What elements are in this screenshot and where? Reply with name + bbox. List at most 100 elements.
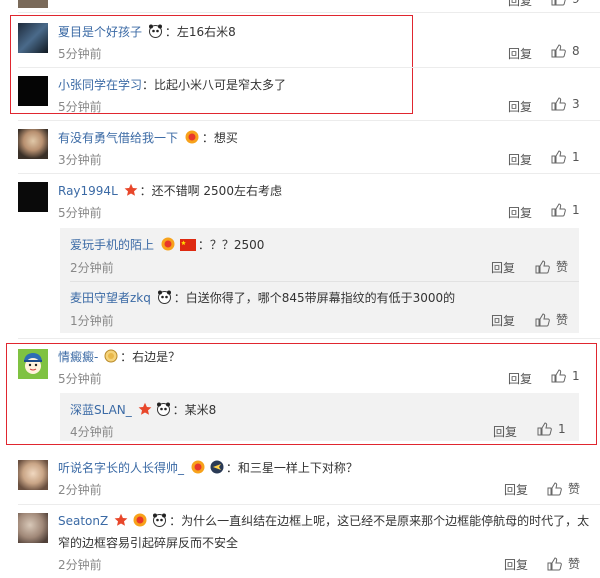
- like-count: 3: [572, 97, 580, 111]
- reply-button[interactable]: 回复: [491, 312, 515, 329]
- comment-row: 情癜癜- ：右边是？ 5分钟前 回复 1: [0, 346, 600, 391]
- like-label: 赞: [556, 260, 569, 274]
- timestamp: 2分钟前: [70, 261, 114, 275]
- avatar[interactable]: [18, 23, 48, 53]
- comment-line: 情癜癜- ：右边是？: [58, 348, 180, 365]
- vip-badge-icon: [185, 130, 199, 144]
- like-button[interactable]: 赞: [547, 555, 580, 572]
- vip-badge-icon: [161, 237, 175, 251]
- like-button[interactable]: 1: [537, 422, 566, 436]
- like-button[interactable]: 赞: [535, 311, 568, 328]
- airplane-icon: [210, 460, 224, 474]
- avatar[interactable]: [18, 513, 48, 543]
- reply-button[interactable]: 回复: [491, 259, 515, 276]
- comment-line: Ray1994L ：还不错啊 2500左右考虑: [58, 182, 282, 199]
- like-button[interactable]: 1: [551, 369, 580, 383]
- comment-line: SeatonZ ：为什么一直纠结在边框上呢，这已经不是原来那个边框能停航母的时代…: [58, 512, 589, 529]
- avatar[interactable]: [18, 76, 48, 106]
- thumbs-up-icon: [535, 259, 550, 273]
- avatar[interactable]: [18, 460, 48, 490]
- comment-row: Ray1994L ：还不错啊 2500左右考虑 5分钟前 回复 1: [0, 179, 600, 224]
- vip-badge-icon: [191, 460, 205, 474]
- like-button[interactable]: 9: [551, 0, 580, 6]
- like-count: 8: [572, 44, 580, 58]
- reply-button[interactable]: 回复: [504, 481, 528, 498]
- comment-text: ：白送你得了，哪个845带屏幕指纹的有低于3000的: [173, 291, 456, 305]
- like-button[interactable]: 赞: [535, 258, 568, 275]
- like-button[interactable]: 3: [551, 97, 580, 111]
- comment-line: 有没有勇气借给我一下 ：想买: [58, 129, 238, 146]
- username-link[interactable]: 深蓝SLAN_: [70, 403, 132, 417]
- timestamp: 3分钟前: [58, 153, 102, 167]
- comment-text: ：还不错啊 2500左右考虑: [139, 184, 282, 198]
- username-link[interactable]: 麦田守望者zkq: [70, 291, 151, 305]
- timestamp: 1分钟前: [70, 314, 114, 328]
- reply-button[interactable]: 回复: [493, 423, 517, 440]
- reply-button[interactable]: 回复: [504, 556, 528, 573]
- username-link[interactable]: 小张同学在学习: [58, 78, 142, 92]
- panda-icon: [156, 402, 170, 416]
- reply-button[interactable]: 回复: [508, 98, 532, 115]
- reply-button[interactable]: 回复: [508, 151, 532, 168]
- timestamp: 4分钟前: [70, 425, 114, 439]
- username-link[interactable]: 夏目是个好孩子: [58, 25, 142, 39]
- comment-line: 听说名字长的人长得帅_ ：和三星一样上下对称？: [58, 459, 358, 476]
- like-button[interactable]: 1: [551, 203, 580, 217]
- thumbs-up-icon: [551, 369, 566, 383]
- divider: [18, 120, 600, 121]
- comment-text: ：想买: [201, 131, 238, 145]
- thumbs-up-icon: [551, 0, 566, 6]
- thumbs-up-icon: [547, 481, 562, 495]
- reply-button[interactable]: 回复: [508, 370, 532, 387]
- username-link[interactable]: Ray1994L: [58, 184, 118, 198]
- divider: [18, 338, 600, 339]
- username-link[interactable]: 听说名字长的人长得帅_: [58, 461, 184, 475]
- like-count: 1: [572, 369, 580, 383]
- divider: [18, 173, 600, 174]
- avatar[interactable]: [18, 182, 48, 212]
- like-count: 1: [572, 203, 580, 217]
- partial-comment-row: 回复 9: [0, 0, 600, 10]
- vip-badge-icon: [133, 513, 147, 527]
- comment-text: ：和三星一样上下对称？: [225, 461, 358, 475]
- thumbs-up-icon: [551, 150, 566, 164]
- avatar[interactable]: [18, 0, 48, 8]
- like-button[interactable]: 赞: [547, 480, 580, 497]
- comment-text: ：比起小米八可是窄太多了: [142, 78, 287, 92]
- medal-icon: [104, 349, 118, 363]
- username-link[interactable]: SeatonZ: [58, 514, 108, 528]
- like-button[interactable]: 1: [551, 150, 580, 164]
- comment-row: 有没有勇气借给我一下 ：想买 3分钟前 回复 1: [0, 126, 600, 171]
- thumbs-up-icon: [547, 556, 562, 570]
- timestamp: 2分钟前: [58, 558, 102, 572]
- divider: [18, 67, 600, 68]
- comment-row: 小张同学在学习：比起小米八可是窄太多了 5分钟前 回复 3: [0, 73, 600, 118]
- timestamp: 5分钟前: [58, 372, 102, 386]
- thumbs-up-icon: [551, 44, 566, 58]
- comment-row: SeatonZ ：为什么一直纠结在边框上呢，这已经不是原来那个边框能停航母的时代…: [0, 510, 600, 578]
- reply-button[interactable]: 回复: [508, 45, 532, 62]
- comment-text: ：为什么一直纠结在边框上呢，这已经不是原来那个边框能停航母的时代了，太: [169, 514, 590, 528]
- star-icon: [114, 513, 128, 526]
- panda-icon: [148, 24, 162, 38]
- like-count: 9: [572, 0, 580, 6]
- reply-button[interactable]: 回复: [508, 0, 532, 9]
- reply-button[interactable]: 回复: [508, 204, 532, 221]
- comment-line: 麦田守望者zkq ：白送你得了，哪个845带屏幕指纹的有低于3000的: [70, 289, 455, 306]
- panda-icon: [157, 290, 171, 304]
- divider: [70, 281, 579, 282]
- china-flag-icon: [179, 239, 196, 251]
- like-button[interactable]: 8: [551, 44, 580, 58]
- avatar[interactable]: [18, 129, 48, 159]
- comment-line: 夏目是个好孩子 ：左16右米8: [58, 23, 236, 40]
- comment-text: ：左16右米8: [164, 25, 236, 39]
- star-icon: [124, 183, 137, 196]
- timestamp: 5分钟前: [58, 47, 102, 61]
- username-link[interactable]: 情癜癜-: [58, 350, 98, 364]
- sub-reply-row: 深蓝SLAN_ ：某米8 4分钟前 回复 1: [0, 399, 600, 439]
- username-link[interactable]: 有没有勇气借给我一下: [58, 131, 178, 145]
- username-link[interactable]: 爱玩手机的陌上: [70, 238, 154, 252]
- avatar[interactable]: [18, 349, 48, 379]
- timestamp: 2分钟前: [58, 483, 102, 497]
- star-icon: [138, 402, 151, 415]
